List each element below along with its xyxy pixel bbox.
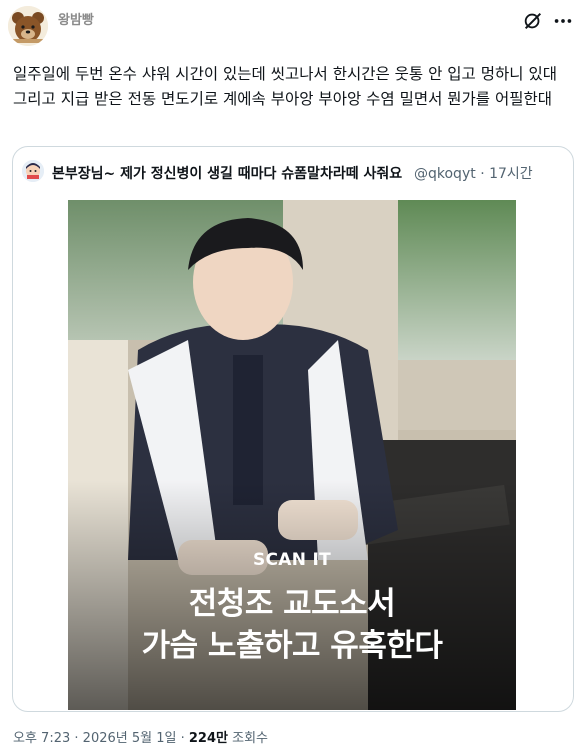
quote-handle[interactable]: @qkoqyt bbox=[414, 166, 476, 182]
quote-video-thumbnail[interactable]: SCAN IT 전청조 교도소서 가슴 노출하고 유혹한다 bbox=[68, 200, 516, 710]
views-count: 224만 bbox=[188, 731, 228, 746]
quote-time[interactable]: 17시간 bbox=[489, 166, 533, 182]
author-name[interactable]: 왕밤빵 bbox=[58, 9, 94, 28]
quote-header: 본부장님~ 제가 정신병이 생길 때마다 슈폼말차라떼 사줘요 @qkoqyt … bbox=[22, 160, 562, 182]
footer-separator: · bbox=[74, 731, 79, 746]
more-icon bbox=[554, 19, 572, 23]
cartoon-avatar-icon bbox=[22, 160, 44, 182]
quote-tweet[interactable]: 본부장님~ 제가 정신병이 생길 때마다 슈폼말차라떼 사줘요 @qkoqyt … bbox=[12, 146, 574, 712]
quote-avatar[interactable] bbox=[22, 160, 44, 182]
grok-button[interactable] bbox=[522, 10, 544, 32]
video-caption-line-1: 전청조 교도소서 bbox=[188, 586, 396, 622]
quote-meta: @qkoqyt · 17시간 bbox=[414, 163, 533, 183]
post-time[interactable]: 오후 7:23 bbox=[13, 731, 70, 746]
more-options-button[interactable] bbox=[552, 10, 574, 32]
grok-icon bbox=[524, 12, 542, 30]
quote-author-name[interactable]: 본부장님~ 제가 정신병이 생길 때마다 슈폼말차라떼 사줘요 bbox=[52, 163, 402, 183]
bear-avatar-icon bbox=[8, 6, 48, 46]
video-overlay-label: SCAN IT bbox=[252, 550, 332, 570]
video-caption-line-2: 가슴 노출하고 유혹한다 bbox=[141, 628, 443, 664]
post-date[interactable]: 2026년 5월 1일 bbox=[83, 731, 177, 746]
views-label: 조회수 bbox=[232, 731, 269, 746]
tweet-footer-meta: 오후 7:23 · 2026년 5월 1일 · 224만 조회수 bbox=[13, 727, 268, 746]
tweet-header: 왕밤빵 bbox=[8, 6, 578, 50]
footer-separator: · bbox=[180, 731, 185, 746]
meta-separator: · bbox=[480, 166, 485, 182]
tweet-text: 일주일에 두번 온수 샤워 시간이 있는데 씻고나서 한시간은 웃통 안 입고 … bbox=[13, 65, 557, 108]
author-avatar[interactable] bbox=[8, 6, 48, 46]
